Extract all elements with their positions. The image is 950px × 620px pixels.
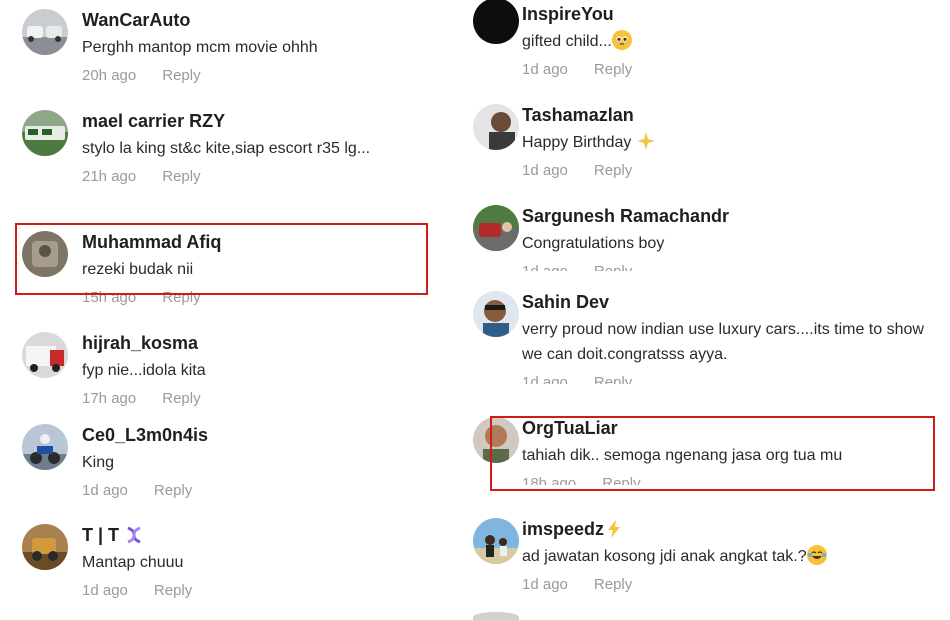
comment-timestamp: 21h ago — [82, 168, 137, 185]
comment-timestamp: 1d ago — [82, 582, 128, 599]
avatar[interactable] — [22, 524, 68, 570]
comment-username[interactable]: hijrah_kosma — [82, 332, 436, 354]
avatar[interactable] — [22, 424, 68, 470]
highlight-box — [490, 416, 935, 491]
comment-username[interactable]: Sahin Dev — [522, 291, 936, 313]
comment-timestamp: 17h ago — [82, 390, 137, 407]
comment-timestamp: 1d ago — [522, 374, 568, 384]
sparkles-emoji-icon — [636, 131, 656, 151]
reply-button[interactable]: Reply — [594, 374, 632, 384]
comment-text: verry proud now indian use luxury cars..… — [522, 321, 924, 363]
comment-timestamp: 20h ago — [82, 67, 137, 84]
reply-button[interactable]: Reply — [154, 582, 192, 599]
comment-text: gifted child... — [522, 33, 612, 50]
comment-username[interactable]: Tashamazlan — [522, 104, 936, 126]
avatar[interactable] — [473, 518, 519, 564]
reply-button[interactable]: Reply — [594, 162, 632, 179]
comment-username[interactable]: mael carrier RZY — [82, 110, 436, 132]
comment-text: Perghh mantop mcm movie ohhh — [82, 39, 318, 56]
comment-timestamp: 1d ago — [82, 482, 128, 499]
laughing-tears-emoji-icon — [806, 545, 827, 565]
reply-button[interactable]: Reply — [594, 576, 632, 593]
reply-button[interactable]: Reply — [154, 482, 192, 499]
avatar — [473, 612, 519, 620]
comment-username[interactable]: InspireYou — [522, 3, 936, 25]
comment-text: fyp nie...idola kita — [82, 362, 206, 379]
comment-username[interactable]: Ce0_L3m0n4is — [82, 424, 436, 446]
lightning-emoji-icon — [604, 519, 624, 539]
comment-text: Congratulations boy — [522, 235, 665, 252]
reply-button[interactable]: Reply — [162, 168, 200, 185]
avatar[interactable] — [473, 205, 519, 251]
reply-button[interactable]: Reply — [594, 263, 632, 271]
avatar[interactable] — [473, 0, 519, 44]
scroll-artifact-text — [82, 199, 174, 207]
comment-text: ad jawatan kosong jdi anak angkat tak.? — [522, 548, 807, 565]
comment-timestamp: 1d ago — [522, 61, 568, 78]
reply-button[interactable]: Reply — [162, 67, 200, 84]
avatar[interactable] — [22, 110, 68, 156]
avatar[interactable] — [473, 104, 519, 150]
avatar[interactable] — [473, 291, 519, 337]
comment-username[interactable]: Sargunesh Ramachandr — [522, 205, 936, 227]
comment-timestamp: 1d ago — [522, 576, 568, 593]
avatar[interactable] — [22, 9, 68, 55]
avatar[interactable] — [22, 332, 68, 378]
comment-text: King — [82, 454, 115, 471]
comments-column-right: InspireYou gifted child... 1d ago Reply T… — [470, 0, 950, 620]
comment-text: stylo la king st&c kite,siap escort r35 … — [82, 140, 371, 157]
reply-button[interactable]: Reply — [162, 390, 200, 407]
comment-timestamp: 1d ago — [522, 263, 568, 271]
reply-button[interactable]: Reply — [594, 61, 632, 78]
comments-column-left: WanCarAuto Perghh mantop mcm movie ohhh … — [0, 0, 440, 620]
comment-username[interactable]: WanCarAuto — [82, 9, 436, 31]
dna-emoji-icon — [124, 525, 144, 545]
comment-text: Happy Birthday — [522, 134, 632, 151]
comment-text: Mantap chuuu — [82, 554, 184, 571]
comment-timestamp: 1d ago — [522, 162, 568, 179]
highlight-box — [15, 223, 428, 295]
pleading-face-emoji-icon — [611, 30, 632, 50]
comment-username[interactable]: T | T — [82, 525, 119, 545]
comment-username[interactable]: imspeedz — [522, 519, 604, 539]
